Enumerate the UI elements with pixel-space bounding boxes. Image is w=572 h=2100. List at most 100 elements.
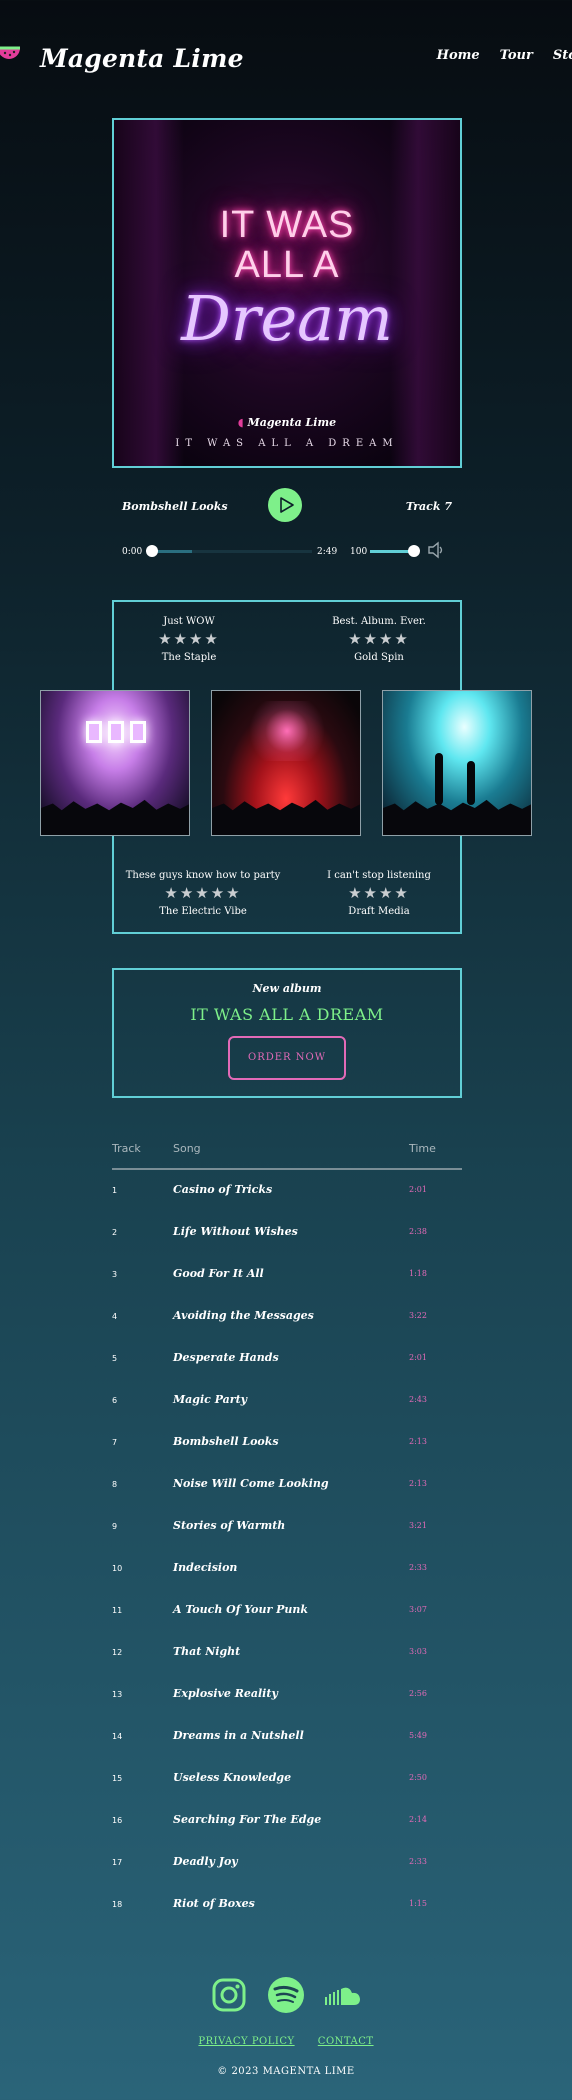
table-row[interactable]: 5 Desperate Hands 2:01 xyxy=(112,1338,462,1380)
track-title[interactable]: Good For It All xyxy=(173,1267,264,1280)
audio-player: Bombshell Looks Track 7 0:00 2:49 100 xyxy=(112,488,462,568)
crowd-silhouette xyxy=(383,799,531,835)
volume-value: 100 xyxy=(350,547,368,557)
promo-label: New album xyxy=(252,982,322,995)
album-cover: IT WAS ALL A Dream ◖ Magenta Lime IT WAS… xyxy=(112,118,462,468)
review-source: The Staple xyxy=(161,652,217,663)
progress-handle[interactable] xyxy=(146,545,158,557)
track-title[interactable]: Desperate Hands xyxy=(173,1351,279,1364)
track-duration: 2:01 xyxy=(409,1185,427,1194)
table-row[interactable]: 18 Riot of Boxes 1:15 xyxy=(112,1884,462,1926)
main-nav: Home Tour Store xyxy=(437,48,572,63)
star-rating: ★★★★ xyxy=(348,884,410,902)
site-header: Magenta Lime Home Tour Store xyxy=(0,34,572,84)
track-title[interactable]: Casino of Tricks xyxy=(173,1183,272,1196)
table-row[interactable]: 11 A Touch Of Your Punk 3:07 xyxy=(112,1590,462,1632)
table-row[interactable]: 2 Life Without Wishes 2:38 xyxy=(112,1212,462,1254)
track-title[interactable]: Explosive Reality xyxy=(173,1687,278,1700)
table-row[interactable]: 4 Avoiding the Messages 3:22 xyxy=(112,1296,462,1338)
table-row[interactable]: 16 Searching For The Edge 2:14 xyxy=(112,1800,462,1842)
nav-tour[interactable]: Tour xyxy=(500,48,533,63)
track-number: 4 xyxy=(112,1312,118,1321)
track-number: 6 xyxy=(112,1396,118,1405)
track-title[interactable]: Deadly Joy xyxy=(173,1855,238,1868)
track-title[interactable]: Avoiding the Messages xyxy=(173,1309,314,1322)
table-row[interactable]: 17 Deadly Joy 2:33 xyxy=(112,1842,462,1884)
nav-home[interactable]: Home xyxy=(437,48,480,63)
track-duration: 2:33 xyxy=(409,1857,427,1866)
track-title[interactable]: Indecision xyxy=(173,1561,237,1574)
track-duration: 1:15 xyxy=(409,1899,427,1908)
privacy-policy-link[interactable]: PRIVACY POLICY xyxy=(198,2036,294,2047)
copyright: © 2023 MAGENTA LIME xyxy=(217,2066,355,2077)
album-brand: ◖ Magenta Lime xyxy=(114,416,460,429)
neon-line-2: ALL A xyxy=(234,244,340,286)
track-title[interactable]: That Night xyxy=(173,1645,240,1658)
table-row[interactable]: 9 Stories of Warmth 3:21 xyxy=(112,1506,462,1548)
table-row[interactable]: 14 Dreams in a Nutshell 5:49 xyxy=(112,1716,462,1758)
table-row[interactable]: 10 Indecision 2:33 xyxy=(112,1548,462,1590)
track-title[interactable]: A Touch Of Your Punk xyxy=(173,1603,308,1616)
track-duration: 2:56 xyxy=(409,1689,427,1698)
raised-hand xyxy=(467,761,475,805)
table-row[interactable]: 13 Explosive Reality 2:56 xyxy=(112,1674,462,1716)
watermelon-logo-icon[interactable] xyxy=(0,42,24,68)
table-row[interactable]: 6 Magic Party 2:43 xyxy=(112,1380,462,1422)
header-song: Song xyxy=(173,1142,201,1155)
play-button[interactable] xyxy=(268,488,302,522)
track-duration: 2:01 xyxy=(409,1353,427,1362)
track-number: 11 xyxy=(112,1606,123,1615)
time-total: 2:49 xyxy=(317,547,338,557)
track-title[interactable]: Noise Will Come Looking xyxy=(173,1477,329,1490)
stage-lights xyxy=(76,721,156,749)
track-title[interactable]: Dreams in a Nutshell xyxy=(173,1729,304,1742)
brand-name[interactable]: Magenta Lime xyxy=(40,44,244,73)
track-title[interactable]: Bombshell Looks xyxy=(173,1435,279,1448)
table-row[interactable]: 3 Good For It All 1:18 xyxy=(112,1254,462,1296)
instagram-icon[interactable] xyxy=(209,1975,249,2015)
track-number: 3 xyxy=(112,1270,118,1279)
track-duration: 2:38 xyxy=(409,1227,427,1236)
track-title[interactable]: Riot of Boxes xyxy=(173,1897,255,1910)
table-row[interactable]: 15 Useless Knowledge 2:50 xyxy=(112,1758,462,1800)
table-row[interactable]: 1 Casino of Tricks 2:01 xyxy=(112,1170,462,1212)
album-brand-icon: ◖ xyxy=(237,416,244,429)
promo-title: IT WAS ALL A DREAM xyxy=(190,1005,384,1024)
time-current: 0:00 xyxy=(122,547,143,557)
volume-slider[interactable] xyxy=(370,545,420,557)
album-subtitle: IT WAS ALL A DREAM xyxy=(175,438,399,449)
track-title[interactable]: Useless Knowledge xyxy=(173,1771,291,1784)
track-number: 18 xyxy=(112,1900,123,1909)
order-now-button[interactable]: ORDER NOW xyxy=(228,1036,346,1080)
contact-link[interactable]: CONTACT xyxy=(318,2036,374,2047)
header-time: Time xyxy=(409,1142,436,1155)
track-duration: 2:14 xyxy=(409,1815,427,1824)
track-title[interactable]: Searching For The Edge xyxy=(173,1813,321,1826)
neon-line-3: Dream xyxy=(181,282,393,355)
track-title[interactable]: Stories of Warmth xyxy=(173,1519,285,1532)
track-number: 2 xyxy=(112,1228,118,1237)
spotify-icon[interactable] xyxy=(266,1975,306,2015)
soundcloud-icon[interactable] xyxy=(323,1975,363,2015)
review-card: Best. Album. Ever. ★★★★ Gold Spin xyxy=(304,616,454,663)
track-number: 14 xyxy=(112,1732,123,1741)
track-title[interactable]: Magic Party xyxy=(173,1393,247,1406)
album-brand-text: Magenta Lime xyxy=(247,416,337,429)
track-duration: 3:21 xyxy=(409,1521,427,1530)
track-duration: 2:13 xyxy=(409,1479,427,1488)
nav-store[interactable]: Store xyxy=(553,48,572,63)
track-number: 15 xyxy=(112,1774,123,1783)
track-title[interactable]: Life Without Wishes xyxy=(173,1225,298,1238)
track-number-label: Track 7 xyxy=(405,500,452,513)
table-row[interactable]: 12 That Night 3:03 xyxy=(112,1632,462,1674)
star-rating: ★★★★ xyxy=(348,630,410,648)
track-duration: 1:18 xyxy=(409,1269,427,1278)
progress-bar[interactable] xyxy=(146,545,312,557)
header-track: Track xyxy=(112,1142,141,1155)
track-number: 17 xyxy=(112,1858,123,1867)
volume-handle[interactable] xyxy=(408,545,420,557)
table-row[interactable]: 7 Bombshell Looks 2:13 xyxy=(112,1422,462,1464)
speaker-icon[interactable] xyxy=(426,540,446,564)
table-row[interactable]: 8 Noise Will Come Looking 2:13 xyxy=(112,1464,462,1506)
fireworks xyxy=(242,701,332,761)
